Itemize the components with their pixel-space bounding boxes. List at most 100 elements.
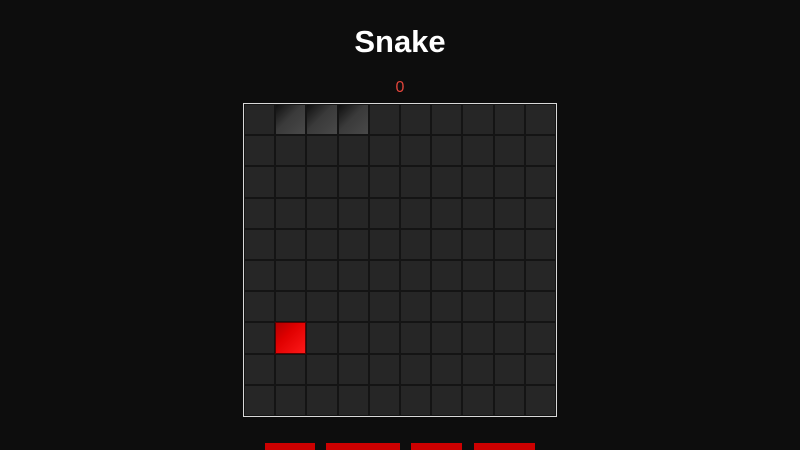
board-cell bbox=[462, 104, 494, 136]
board-cell bbox=[244, 384, 276, 416]
board-cell bbox=[337, 353, 369, 385]
board-cell bbox=[431, 384, 463, 416]
board-cell bbox=[275, 228, 307, 260]
board-cell bbox=[337, 197, 369, 229]
snake-game: Snake 0 bbox=[0, 0, 800, 450]
board-cell bbox=[431, 259, 463, 292]
board-cell bbox=[275, 135, 307, 167]
board-cell bbox=[275, 353, 307, 385]
board-cell bbox=[524, 259, 556, 292]
board-cell bbox=[368, 259, 400, 292]
board-cell bbox=[244, 135, 276, 167]
board-cell bbox=[337, 322, 369, 354]
board-cell bbox=[431, 166, 463, 198]
board-cell bbox=[493, 197, 525, 229]
food-item bbox=[275, 322, 307, 354]
control-button-3[interactable] bbox=[411, 443, 462, 450]
board-cell bbox=[337, 166, 369, 198]
board-cell bbox=[431, 353, 463, 385]
board-cell bbox=[399, 228, 432, 260]
board-cell bbox=[368, 166, 400, 198]
game-title: Snake bbox=[354, 24, 446, 59]
board-cell bbox=[493, 322, 525, 354]
board-cell bbox=[399, 384, 432, 416]
board-cell bbox=[368, 384, 400, 416]
board-cell bbox=[493, 166, 525, 198]
board-cell bbox=[431, 291, 463, 323]
board-cell bbox=[244, 291, 276, 323]
board-cell bbox=[306, 384, 338, 416]
board-cell bbox=[275, 259, 307, 292]
board-cell bbox=[337, 259, 369, 292]
board-cell bbox=[462, 166, 494, 198]
board-cell bbox=[431, 104, 463, 136]
board-cell bbox=[337, 291, 369, 323]
board-cell bbox=[306, 259, 338, 292]
board-cell bbox=[368, 322, 400, 354]
control-button-4[interactable] bbox=[474, 443, 535, 450]
control-button-2[interactable] bbox=[326, 443, 400, 450]
board-cell bbox=[431, 228, 463, 260]
board-cell bbox=[399, 322, 432, 354]
board-cell bbox=[524, 197, 556, 229]
snake-segment bbox=[337, 104, 369, 136]
board-cell bbox=[493, 384, 525, 416]
board-cell bbox=[306, 291, 338, 323]
board-cell bbox=[244, 228, 276, 260]
board-cell bbox=[244, 322, 276, 354]
score-display: 0 bbox=[395, 79, 405, 96]
board-cell bbox=[493, 259, 525, 292]
board-cell bbox=[399, 166, 432, 198]
board-cell bbox=[462, 228, 494, 260]
board-cell bbox=[462, 135, 494, 167]
board-cell bbox=[493, 228, 525, 260]
board-cell bbox=[275, 197, 307, 229]
snake-segment bbox=[275, 104, 307, 136]
board-cell bbox=[399, 353, 432, 385]
board-cell bbox=[306, 322, 338, 354]
board-cell bbox=[462, 197, 494, 229]
board-cell bbox=[368, 353, 400, 385]
board-cell bbox=[462, 291, 494, 323]
board-cell bbox=[524, 322, 556, 354]
board-cell bbox=[524, 291, 556, 323]
board-cell bbox=[493, 353, 525, 385]
board-cell bbox=[431, 135, 463, 167]
board-cell bbox=[462, 322, 494, 354]
board-cell bbox=[306, 228, 338, 260]
board-cell bbox=[368, 197, 400, 229]
board-cell bbox=[524, 384, 556, 416]
board-cell bbox=[275, 291, 307, 323]
board-cell bbox=[399, 135, 432, 167]
board-cell bbox=[275, 166, 307, 198]
board-cell bbox=[275, 384, 307, 416]
snake-segment bbox=[306, 104, 338, 136]
board-cell bbox=[399, 291, 432, 323]
board-cell bbox=[306, 197, 338, 229]
board-cell bbox=[337, 228, 369, 260]
board-cell bbox=[399, 104, 432, 136]
board-cell bbox=[244, 353, 276, 385]
board-cell bbox=[244, 259, 276, 292]
board-cell bbox=[399, 259, 432, 292]
board-cell bbox=[306, 135, 338, 167]
board-cell bbox=[368, 228, 400, 260]
board-cell bbox=[493, 135, 525, 167]
board-cell bbox=[431, 197, 463, 229]
board-cell bbox=[524, 166, 556, 198]
board-cell bbox=[399, 197, 432, 229]
control-bar bbox=[0, 443, 800, 450]
board-cell bbox=[462, 353, 494, 385]
board-cell bbox=[306, 353, 338, 385]
board-cell bbox=[524, 228, 556, 260]
board-cell bbox=[462, 384, 494, 416]
board-cell bbox=[493, 104, 525, 136]
board-cell bbox=[244, 166, 276, 198]
board-cell bbox=[337, 135, 369, 167]
control-button-1[interactable] bbox=[265, 443, 315, 450]
game-board[interactable] bbox=[243, 103, 557, 417]
board-cell bbox=[337, 384, 369, 416]
board-cell bbox=[368, 135, 400, 167]
board-cell bbox=[493, 291, 525, 323]
board-cell bbox=[368, 104, 400, 136]
